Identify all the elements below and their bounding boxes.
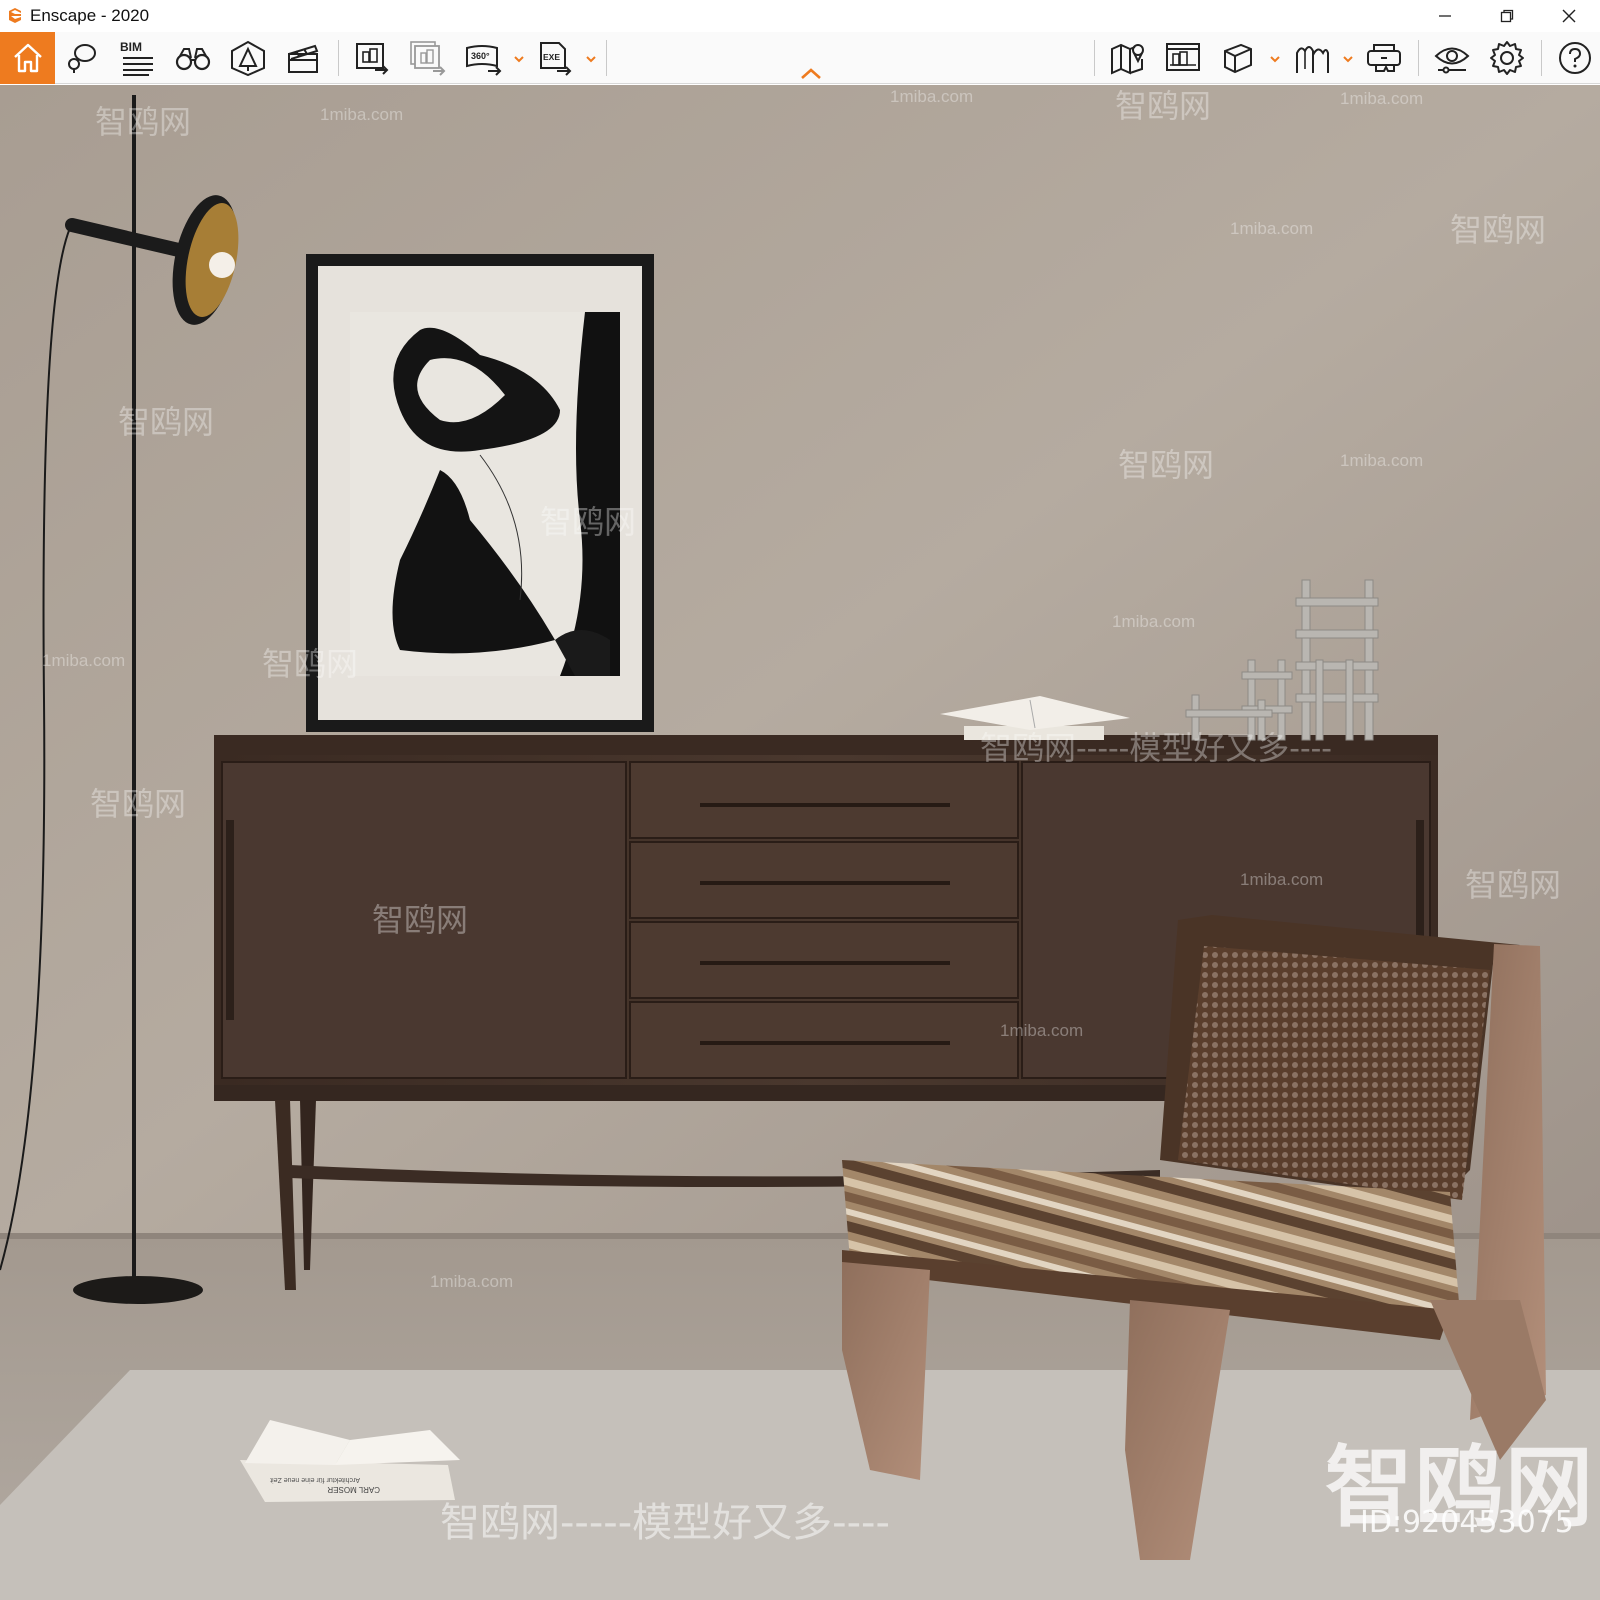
- toolbar-separator: [1094, 40, 1095, 76]
- cube-icon: [1224, 43, 1252, 74]
- panorama-360-button[interactable]: 360°: [462, 36, 506, 80]
- export-exe-icon: EXE: [540, 42, 572, 76]
- title-bar: Enscape - 2020: [0, 0, 1600, 32]
- panorama-label: 360°: [471, 51, 490, 61]
- cube-dropdown-chevron-icon[interactable]: [1268, 52, 1282, 66]
- watermark-site: 1miba.com: [320, 105, 404, 124]
- help-button[interactable]: [1553, 36, 1597, 80]
- watermark-bottom-slogan: 智鸥网-----模型好又多----: [440, 1500, 890, 1546]
- panorama-360-icon: 360°: [466, 45, 502, 76]
- toolbar-separator: [606, 40, 607, 76]
- framed-artwork: [306, 254, 654, 732]
- watermark-brand: 智鸥网: [1115, 88, 1212, 124]
- restore-button[interactable]: [1476, 0, 1538, 32]
- batch-render-icon: [410, 41, 446, 76]
- exe-label: EXE: [543, 52, 560, 62]
- book-spine-subtitle: Architektur für eine neue Zeit: [270, 1476, 360, 1483]
- watermark-brand: 智鸥网: [95, 104, 192, 140]
- panorama-dropdown-chevron-icon[interactable]: [512, 52, 526, 66]
- watermark-brand: 智鸥网: [540, 504, 637, 540]
- light-view-button[interactable]: [226, 36, 270, 80]
- watermark-site: 1miba.com: [430, 1272, 514, 1291]
- map-icon: [1111, 43, 1144, 75]
- render-gallery-icon: [1166, 43, 1200, 71]
- book-spine-title: CARL MOSER: [327, 1485, 380, 1494]
- render-screenshot-button[interactable]: [350, 36, 394, 80]
- toolbar-separator: [338, 40, 339, 76]
- map-button[interactable]: [1106, 36, 1150, 80]
- render-screenshot-icon: [356, 43, 389, 75]
- watermark-brand: 智鸥网: [90, 786, 187, 822]
- export-dropdown-chevron-icon[interactable]: [584, 52, 598, 66]
- watermark-brand: 智鸥网: [1118, 447, 1215, 483]
- visual-settings-button[interactable]: [1430, 36, 1474, 80]
- watermark-site: 1miba.com: [1340, 89, 1424, 108]
- watermark-brand: 智鸥网: [118, 404, 215, 440]
- atmosphere-button[interactable]: [1290, 36, 1334, 80]
- settings-button[interactable]: [1485, 36, 1529, 80]
- watermark-site: 1miba.com: [1340, 451, 1424, 470]
- enscape-logo-icon: [4, 5, 26, 27]
- watermark-site: 1miba.com: [890, 87, 974, 106]
- close-button[interactable]: [1538, 0, 1600, 32]
- binoculars-button[interactable]: [171, 36, 215, 80]
- settings-gear-icon: [1490, 41, 1524, 75]
- window-title: Enscape - 2020: [30, 6, 150, 25]
- render-viewport[interactable]: CARL MOSER Architektur für eine neue Zei…: [0, 85, 1600, 1600]
- watermark-site: 1miba.com: [1112, 612, 1196, 631]
- watermark-brand: 智鸥网: [1465, 867, 1562, 903]
- home-button[interactable]: [0, 32, 55, 84]
- toolbar-separator: [1418, 40, 1419, 76]
- scene-render: CARL MOSER Architektur für eine neue Zei…: [0, 85, 1600, 1600]
- asset-library-icon: [68, 44, 96, 73]
- watermark-site: 1miba.com: [1000, 1021, 1084, 1040]
- bim-label: BIM: [120, 40, 142, 54]
- minimize-button[interactable]: [1414, 0, 1476, 32]
- atmosphere-dropdown-chevron-icon[interactable]: [1341, 52, 1355, 66]
- watermark-brand: 智鸥网: [262, 646, 359, 682]
- binoculars-icon: [175, 48, 211, 71]
- asset-library-button[interactable]: [60, 36, 104, 80]
- watermark-site: 1miba.com: [42, 651, 126, 670]
- cube-view-button[interactable]: [1216, 36, 1260, 80]
- export-exe-button[interactable]: EXE: [534, 36, 578, 80]
- video-editor-button[interactable]: [281, 36, 325, 80]
- help-icon: [1559, 42, 1591, 74]
- watermark-brand: 智鸥网: [372, 902, 469, 938]
- visual-settings-icon: [1434, 47, 1470, 74]
- home-icon: [13, 43, 42, 73]
- collapse-toolbar-chevron-up-icon[interactable]: [798, 66, 824, 82]
- clapperboard-icon: [288, 44, 319, 73]
- batch-render-button[interactable]: [406, 36, 450, 80]
- watermark-brand: 智鸥网: [1450, 212, 1547, 248]
- vr-headset-icon: [1367, 44, 1401, 72]
- render-gallery-button[interactable]: [1161, 36, 1205, 80]
- vr-headset-button[interactable]: [1362, 36, 1406, 80]
- toolbar-separator: [1541, 40, 1542, 76]
- light-view-icon: [231, 40, 265, 77]
- watermark-site: 1miba.com: [1230, 219, 1314, 238]
- watermark-slogan: 智鸥网-----模型好又多----: [980, 730, 1332, 766]
- watermark-site: 1miba.com: [1240, 870, 1324, 889]
- watermark-id: ID:920453075: [1360, 1505, 1574, 1540]
- mountains-icon: [1296, 46, 1329, 73]
